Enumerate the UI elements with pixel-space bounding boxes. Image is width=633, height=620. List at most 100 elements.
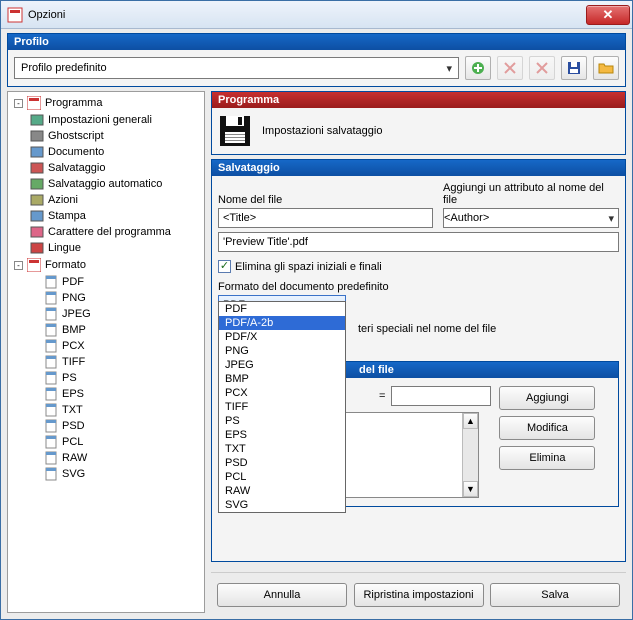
save-profile-button[interactable] — [561, 56, 587, 80]
tree-item-icon — [30, 113, 44, 127]
tree-pane[interactable]: - Programma Impostazioni generali Ghostsc… — [7, 91, 205, 613]
attribute-select[interactable]: <Author> — [443, 208, 619, 228]
subst-right-input[interactable] — [391, 386, 491, 406]
tree-item-label: Lingue — [48, 242, 81, 254]
tree-item[interactable]: PSD — [10, 418, 204, 434]
close-button[interactable]: ✕ — [586, 5, 630, 25]
tree-item-icon — [30, 241, 44, 255]
app-icon — [7, 7, 23, 23]
add-button[interactable]: Aggiungi — [499, 386, 595, 410]
scrollbar[interactable]: ▲ ▼ — [462, 413, 478, 497]
format-option[interactable]: PCX — [219, 386, 345, 400]
edit-button[interactable]: Modifica — [499, 416, 595, 440]
format-icon — [27, 258, 41, 272]
collapse-icon[interactable]: - — [14, 99, 23, 108]
file-type-icon — [44, 291, 58, 305]
tree-item[interactable]: PS — [10, 370, 204, 386]
tree-item[interactable]: Carattere del programma — [10, 224, 204, 240]
cancel-button[interactable]: Annulla — [217, 583, 347, 607]
tree-item-label: PCL — [62, 436, 83, 448]
tree-group-formato[interactable]: - Formato — [10, 256, 204, 274]
default-format-dropdown[interactable]: PDFPDF/A-2bPDF/XPNGJPEGBMPPCXTIFFPSEPSTX… — [218, 301, 346, 513]
tree-item-icon — [30, 145, 44, 159]
profile-select[interactable]: Profilo predefinito — [14, 57, 459, 79]
default-format-label: Formato del documento predefinito — [218, 281, 619, 293]
reset-button[interactable]: Ripristina impostazioni — [354, 583, 484, 607]
tree-item[interactable]: Impostazioni generali — [10, 112, 204, 128]
options-window: Opzioni ✕ Profilo Profilo predefinito - — [0, 0, 633, 620]
tree-item[interactable]: PCL — [10, 434, 204, 450]
tree-item[interactable]: TIFF — [10, 354, 204, 370]
format-option[interactable]: EPS — [219, 428, 345, 442]
scroll-down-icon[interactable]: ▼ — [463, 481, 478, 497]
delete-profile-2-button — [529, 56, 555, 80]
bottom-bar: Annulla Ripristina impostazioni Salva — [211, 577, 626, 613]
tree-item[interactable]: SVG — [10, 466, 204, 482]
tree-item[interactable]: PNG — [10, 290, 204, 306]
format-option[interactable]: TXT — [219, 442, 345, 456]
format-option[interactable]: RAW — [219, 484, 345, 498]
filename-input[interactable] — [218, 208, 433, 228]
tree-item[interactable]: Ghostscript — [10, 128, 204, 144]
trim-spaces-checkbox[interactable]: ✓ Elimina gli spazi iniziali e finali — [218, 260, 619, 273]
tree-item[interactable]: Salvataggio automatico — [10, 176, 204, 192]
file-type-icon — [44, 451, 58, 465]
collapse-icon[interactable]: - — [14, 261, 23, 270]
save-icon — [218, 114, 252, 148]
tree-item-label: Salvataggio automatico — [48, 178, 162, 190]
open-folder-button[interactable] — [593, 56, 619, 80]
tree-item-label: Azioni — [48, 194, 78, 206]
save-button[interactable]: Salva — [490, 583, 620, 607]
tree-item-label: PCX — [62, 340, 85, 352]
tree-item[interactable]: PDF — [10, 274, 204, 290]
format-option[interactable]: PCL — [219, 470, 345, 484]
format-option[interactable]: TIFF — [219, 400, 345, 414]
format-option[interactable]: PNG — [219, 344, 345, 358]
tree-item[interactable]: BMP — [10, 322, 204, 338]
program-icon — [27, 96, 41, 110]
tree-item-label: BMP — [62, 324, 86, 336]
format-option[interactable]: PDF/A-2b — [219, 316, 345, 330]
format-option[interactable]: BMP — [219, 372, 345, 386]
add-profile-button[interactable] — [465, 56, 491, 80]
file-type-icon — [44, 403, 58, 417]
programma-section: Programma Impostazioni salvataggio — [211, 91, 626, 155]
file-type-icon — [44, 323, 58, 337]
tree-item-label: Impostazioni generali — [48, 114, 152, 126]
tree-item[interactable]: EPS — [10, 386, 204, 402]
tree-item[interactable]: Documento — [10, 144, 204, 160]
format-option[interactable]: PDF — [219, 302, 345, 316]
tree-item[interactable]: JPEG — [10, 306, 204, 322]
tree-item-label: Salvataggio — [48, 162, 106, 174]
tree-item-label: PNG — [62, 292, 86, 304]
delete-button[interactable]: Elimina — [499, 446, 595, 470]
format-option[interactable]: PS — [219, 414, 345, 428]
profile-section: Profilo Profilo predefinito — [7, 33, 626, 87]
programma-section-header: Programma — [212, 92, 625, 108]
tree-item-label: JPEG — [62, 308, 91, 320]
profile-select-value: Profilo predefinito — [21, 62, 107, 74]
tree-item[interactable]: PCX — [10, 338, 204, 354]
profile-header: Profilo — [8, 34, 625, 50]
titlebar[interactable]: Opzioni ✕ — [1, 1, 632, 29]
filename-preview: 'Preview Title'.pdf — [218, 232, 619, 252]
tree-item-label: Ghostscript — [48, 130, 104, 142]
tree-item[interactable]: Azioni — [10, 192, 204, 208]
format-option[interactable]: PDF/X — [219, 330, 345, 344]
tree-label-formato: Formato — [45, 259, 86, 271]
file-type-icon — [44, 371, 58, 385]
checkbox-checked-icon: ✓ — [218, 260, 231, 273]
tree-item[interactable]: Stampa — [10, 208, 204, 224]
tree-item[interactable]: Lingue — [10, 240, 204, 256]
tree-group-programma[interactable]: - Programma — [10, 94, 204, 112]
tree-item[interactable]: TXT — [10, 402, 204, 418]
tree-item[interactable]: Salvataggio — [10, 160, 204, 176]
scroll-up-icon[interactable]: ▲ — [463, 413, 478, 429]
tree-item-label: SVG — [62, 468, 85, 480]
format-option[interactable]: SVG — [219, 498, 345, 512]
format-option[interactable]: PSD — [219, 456, 345, 470]
separator — [211, 572, 626, 573]
partial-obscured-text: teri speciali nel nome del file — [358, 323, 496, 335]
format-option[interactable]: JPEG — [219, 358, 345, 372]
tree-item[interactable]: RAW — [10, 450, 204, 466]
